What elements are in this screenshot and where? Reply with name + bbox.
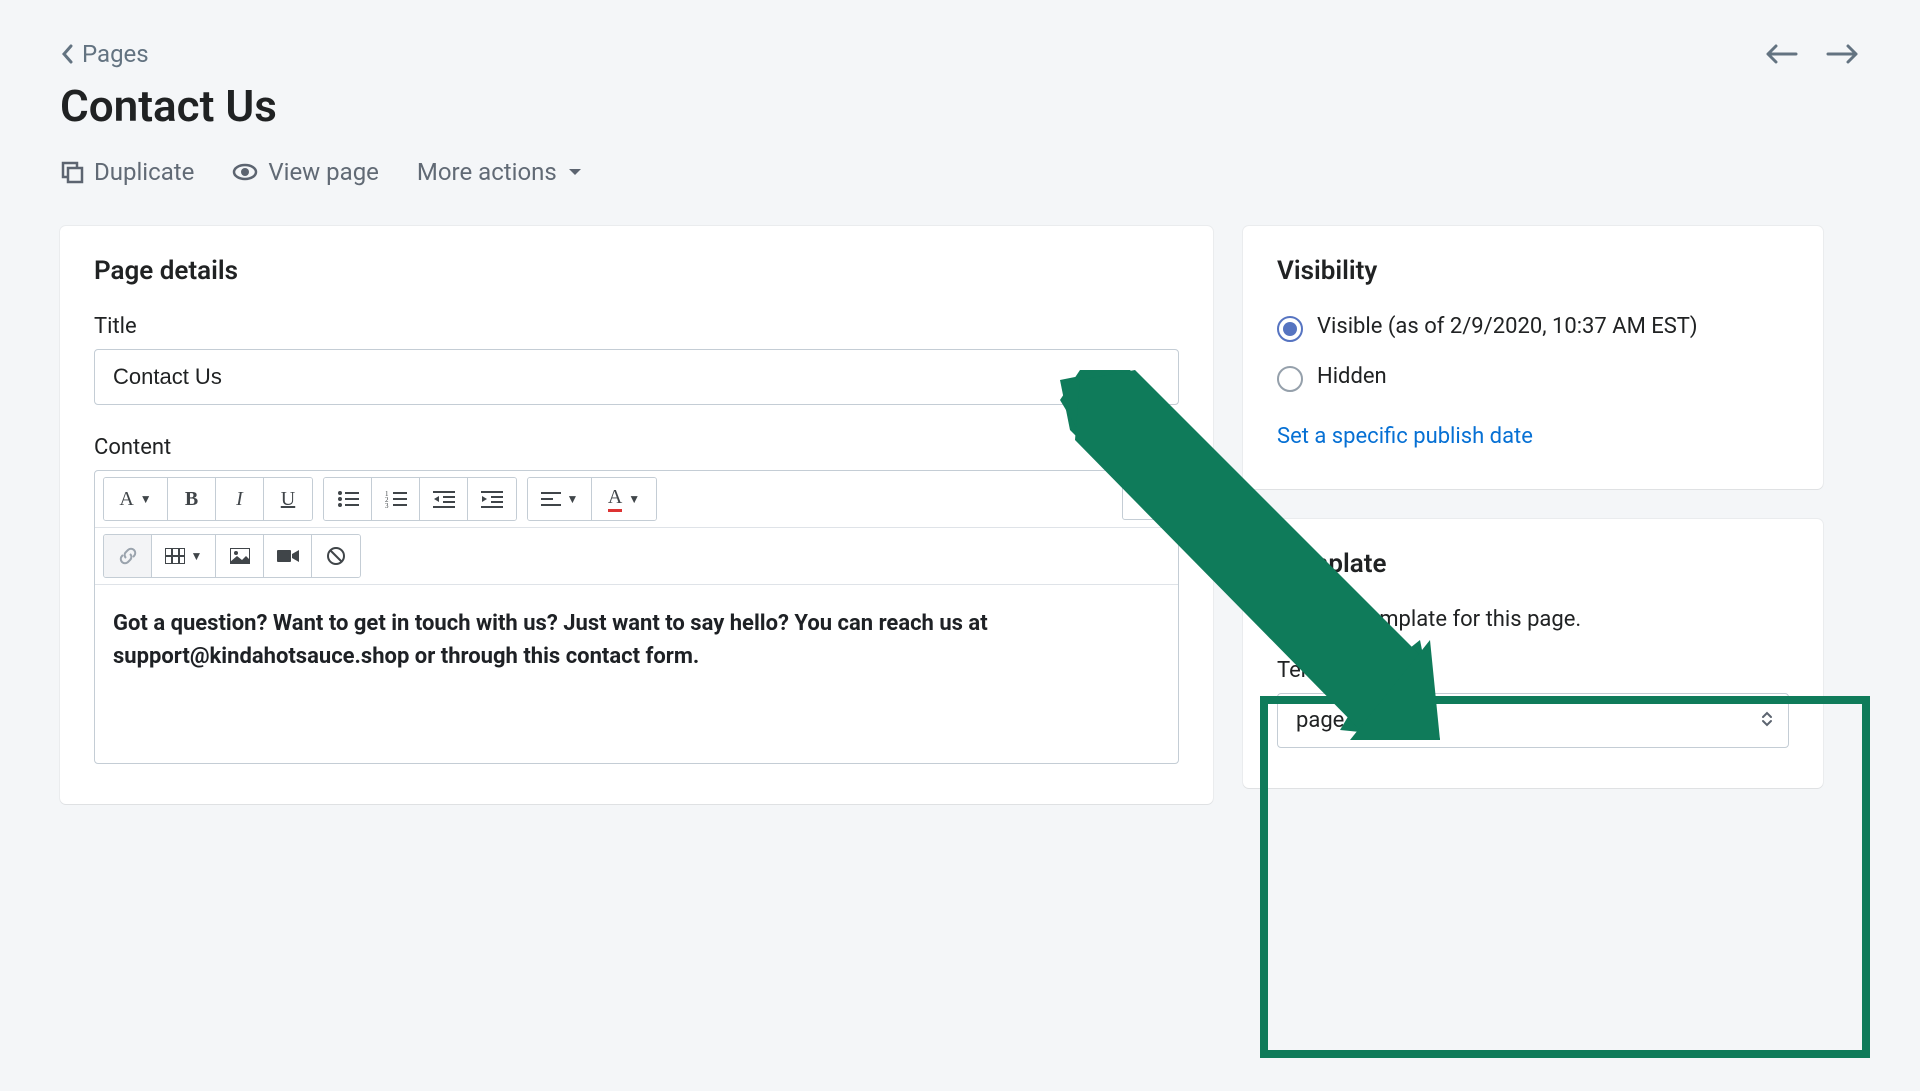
visibility-hidden-option[interactable]: Hidden [1277, 364, 1789, 392]
visibility-card: Visibility Visible (as of 2/9/2020, 10:3… [1243, 226, 1823, 489]
template-description: Select a template for this page. [1277, 607, 1789, 632]
tb-bold[interactable]: B [168, 478, 216, 520]
chevron-left-icon [60, 42, 76, 66]
caret-down-icon [567, 166, 583, 178]
more-actions-button[interactable]: More actions [417, 158, 583, 186]
hidden-label: Hidden [1317, 364, 1387, 389]
template-suffix-label: Template suffix [1277, 658, 1789, 683]
tb-outdent[interactable] [420, 478, 468, 520]
tb-underline[interactable]: U [264, 478, 312, 520]
page-details-heading: Page details [94, 256, 1179, 286]
tb-indent[interactable] [468, 478, 516, 520]
template-heading: Template [1277, 549, 1789, 579]
outdent-icon [433, 490, 455, 508]
image-icon [230, 548, 250, 564]
arrow-left-icon [1764, 42, 1798, 66]
tb-table[interactable]: ▼ [152, 535, 216, 577]
arrow-right-icon [1826, 42, 1860, 66]
visibility-visible-option[interactable]: Visible (as of 2/9/2020, 10:37 AM EST) [1277, 314, 1789, 342]
link-icon [118, 546, 138, 566]
visibility-heading: Visibility [1277, 256, 1789, 286]
tb-color[interactable]: A▼ [592, 478, 656, 520]
eye-icon [232, 159, 258, 185]
tb-link[interactable] [104, 535, 152, 577]
view-page-button[interactable]: View page [232, 158, 379, 186]
tb-video[interactable] [264, 535, 312, 577]
visible-label: Visible (as of 2/9/2020, 10:37 AM EST) [1317, 314, 1698, 339]
duplicate-icon [60, 160, 84, 184]
editor-text: Got a question? Want to get in touch wit… [113, 611, 988, 669]
tb-italic[interactable]: I [216, 478, 264, 520]
numbered-list-icon: 123 [385, 490, 407, 508]
breadcrumb-label: Pages [82, 40, 149, 68]
view-page-label: View page [268, 158, 379, 186]
tb-bullet-list[interactable] [324, 478, 372, 520]
title-input[interactable] [94, 349, 1179, 405]
indent-icon [481, 490, 503, 508]
duplicate-button[interactable]: Duplicate [60, 158, 194, 186]
editor-content-area[interactable]: Got a question? Want to get in touch wit… [95, 585, 1178, 763]
tb-html-view[interactable]: <> [1122, 478, 1170, 520]
page-details-card: Page details Title Content A▼ B I U [60, 226, 1213, 804]
duplicate-label: Duplicate [94, 158, 194, 186]
tb-align[interactable]: ▼ [528, 478, 592, 520]
table-icon [165, 548, 185, 564]
tb-image[interactable] [216, 535, 264, 577]
title-field-label: Title [94, 314, 1179, 339]
svg-text:3: 3 [385, 502, 389, 508]
more-actions-label: More actions [417, 158, 557, 186]
template-suffix-select[interactable]: page.contact [1277, 693, 1789, 748]
breadcrumb-back[interactable]: Pages [60, 40, 149, 68]
clear-format-icon [326, 546, 346, 566]
align-icon [541, 491, 561, 507]
template-card: Template Select a template for this page… [1243, 519, 1823, 788]
select-caret-icon [1761, 710, 1773, 732]
next-page-button[interactable] [1826, 42, 1860, 66]
prev-page-button[interactable] [1764, 42, 1798, 66]
tb-font-style[interactable]: A▼ [104, 478, 168, 520]
content-field-label: Content [94, 435, 1179, 460]
video-icon [277, 548, 299, 564]
bullet-list-icon [337, 490, 359, 508]
tb-clear-format[interactable] [312, 535, 360, 577]
tb-numbered-list[interactable]: 123 [372, 478, 420, 520]
set-publish-date-link[interactable]: Set a specific publish date [1277, 424, 1533, 449]
radio-checked-icon [1277, 316, 1303, 342]
radio-unchecked-icon [1277, 366, 1303, 392]
page-title: Contact Us [60, 80, 1860, 132]
rich-text-editor: A▼ B I U 123 [94, 470, 1179, 764]
